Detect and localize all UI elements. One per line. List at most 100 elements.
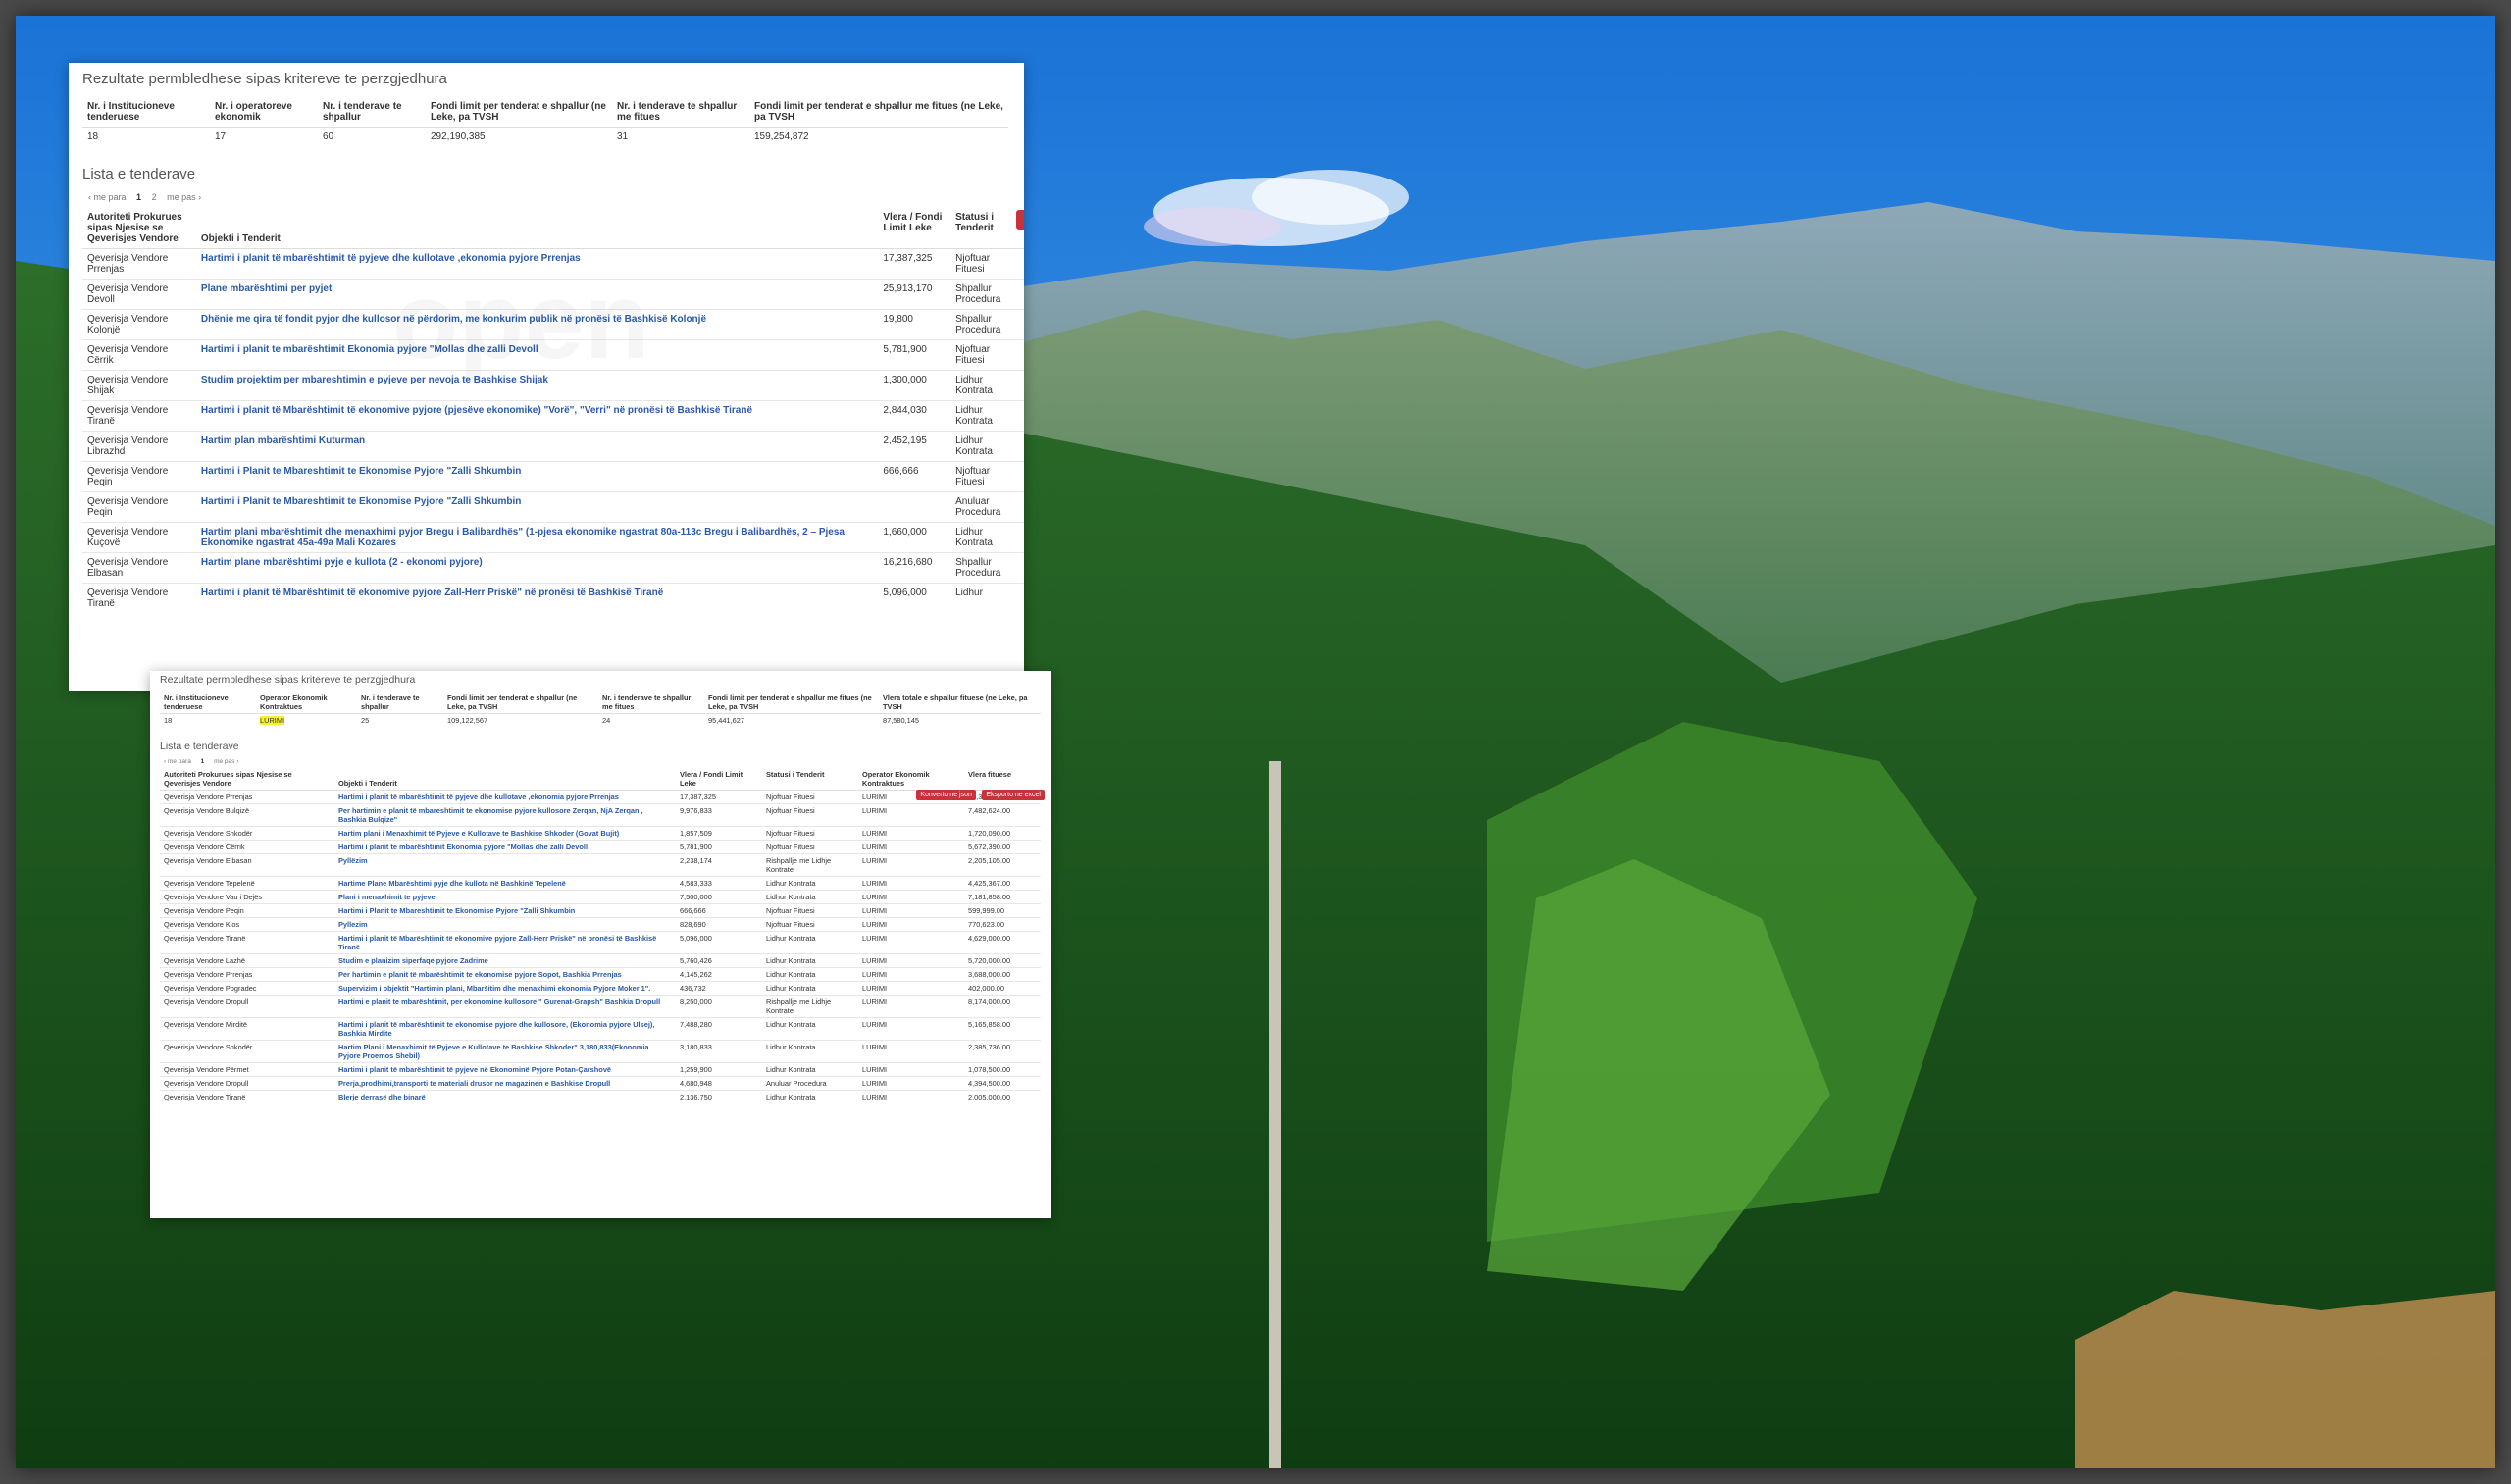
tender-link[interactable]: Hartimi i planit të Mbarështimit të ekon… bbox=[201, 405, 752, 416]
value-cell: 25,913,170 bbox=[878, 279, 951, 310]
authority-cell: Qeverisja Vendore Shkodër bbox=[160, 1040, 334, 1063]
table-row: Qeverisja Vendore Elbasan Pyllëzim 2,238,1… bbox=[160, 853, 1041, 877]
pager-page-2[interactable]: 2 bbox=[152, 192, 157, 202]
tender-link[interactable]: Hartimi i planit të mbarështimit të pyje… bbox=[201, 253, 581, 264]
summary-value: 18 bbox=[82, 127, 210, 146]
object-cell: Hartimi e planit te mbarështimit, per ek… bbox=[334, 995, 676, 1018]
tender-link[interactable]: Supervizim i objektit "Hartimin plani, M… bbox=[338, 984, 650, 993]
pager-prev[interactable]: ‹ me para bbox=[164, 758, 191, 765]
tender-link[interactable]: Prerja,prodhimi,transporti te materiali … bbox=[338, 1079, 610, 1088]
tender-link[interactable]: Hartimi i Planit te Mbareshtimit te Ekon… bbox=[338, 906, 575, 915]
tender-link[interactable]: Hartimi i Planit te Mbareshtimit te Ekon… bbox=[201, 466, 521, 477]
summary-header: Nr. i tenderave te shpallur me fitues bbox=[612, 97, 749, 128]
object-cell: Supervizim i objektit "Hartimin plani, M… bbox=[334, 981, 676, 996]
tender-link[interactable]: Hartime Plane Mbarështimi pyje dhe kullo… bbox=[338, 879, 566, 888]
tender-link[interactable]: Studim projektim per mbareshtimin e pyje… bbox=[201, 375, 548, 385]
table-row: Qeverisja Vendore Tiranë Blerje derrasë d… bbox=[160, 1090, 1041, 1103]
tender-table: Autoriteti Prokurues sipas Njesise se Qe… bbox=[82, 208, 1024, 613]
tender-link[interactable]: Hartimi i planit te mbarështimit Ekonomi… bbox=[201, 344, 538, 355]
operator-cell: C bbox=[1022, 431, 1024, 462]
winning-value-cell: 1,078,500.00 bbox=[964, 1062, 1041, 1077]
panel-tab[interactable] bbox=[1016, 210, 1024, 230]
summary-header: Nr. i operatoreve ekonomik bbox=[210, 97, 318, 128]
operator-cell: LURIMI bbox=[858, 931, 964, 954]
tender-link[interactable]: Hartimi i planit të Mbarështimit të ekon… bbox=[201, 588, 663, 598]
summary-title: Rezultate permbledhese sipas kritereve t… bbox=[160, 674, 416, 686]
authority-cell: Qeverisja Vendore Devoll bbox=[82, 279, 196, 310]
col-header: Autoriteti Prokurues sipas Njesise se Qe… bbox=[82, 208, 196, 249]
summary-value: 87,580,145 bbox=[879, 713, 1041, 727]
status-cell: Njoftuar Fituesi bbox=[950, 461, 1023, 492]
object-cell: Hartimi i planit te mbarështimit Ekonomi… bbox=[195, 339, 879, 371]
table-row: Qeverisja Vendore Elbasan Hartim plane mb… bbox=[82, 552, 1024, 584]
status-cell: Lidhur Kontrata bbox=[762, 1040, 858, 1063]
status-cell: Rishpallje me Lidhje Kontrate bbox=[762, 995, 858, 1018]
object-cell: Hartim plane mbarështimi pyje e kullota … bbox=[195, 552, 879, 584]
operator-cell: L bbox=[1022, 248, 1024, 280]
table-row: Qeverisja Vendore Vau i Dejës Plani i men… bbox=[160, 890, 1041, 904]
tender-link[interactable]: Hartim plane mbarështimi pyje e kullota … bbox=[201, 557, 483, 568]
tender-link[interactable]: Blerje derrasë dhe binarë bbox=[338, 1093, 426, 1101]
object-cell: Pyllezim bbox=[334, 917, 676, 932]
object-cell: Studim projektim per mbareshtimin e pyje… bbox=[195, 370, 879, 401]
tender-link[interactable]: Hartim Plani i Menaxhimit të Pyjeve e Ku… bbox=[338, 1043, 649, 1060]
tender-link[interactable]: Hartimi i Planit te Mbareshtimit te Ekon… bbox=[201, 496, 521, 507]
value-cell: 1,300,000 bbox=[878, 370, 951, 401]
convert-json-button[interactable]: Konverto ne json bbox=[916, 790, 976, 800]
summary-header: Fondi limit per tenderat e shpallur (ne … bbox=[443, 691, 598, 714]
tender-link[interactable]: Plane mbarështimi per pyjet bbox=[201, 283, 332, 294]
status-cell: Shpallur Procedura bbox=[950, 552, 1023, 584]
authority-cell: Qeverisja Vendore Mirditë bbox=[160, 1017, 334, 1041]
pager-next[interactable]: me pas › bbox=[214, 758, 238, 765]
tender-link[interactable]: Pyllëzim bbox=[338, 856, 368, 865]
operator-cell: L bbox=[1022, 461, 1024, 492]
operator-cell bbox=[1022, 583, 1024, 613]
table-row: Qeverisja Vendore Dropull Prerja,prodhimi… bbox=[160, 1076, 1041, 1091]
operator-cell: D bbox=[1022, 522, 1024, 553]
tender-link[interactable]: Hartim plani mbarështimit dhe menaxhimi … bbox=[201, 527, 845, 548]
tender-link[interactable]: Hartimi e planit te mbarështimit, per ek… bbox=[338, 998, 660, 1006]
operator-cell: LURIMI bbox=[858, 803, 964, 827]
status-cell: Lidhur Kontrata bbox=[950, 370, 1023, 401]
table-row: Qeverisja Vendore Tepelenë Hartime Plane … bbox=[160, 876, 1041, 891]
tender-link[interactable]: Hartim plani i Menaxhimit të Pyjeve e Ku… bbox=[338, 829, 619, 838]
operator-cell: LURIMI bbox=[858, 826, 964, 841]
winning-value-cell: 1,720,090.00 bbox=[964, 826, 1041, 841]
tender-link[interactable]: Hartim plan mbarështimi Kuturman bbox=[201, 435, 365, 446]
object-cell: Plani i menaxhimit te pyjeve bbox=[334, 890, 676, 904]
pager-prev[interactable]: ‹ me para bbox=[88, 192, 127, 202]
operator-cell: LURIMI bbox=[858, 917, 964, 932]
tender-link[interactable]: Pyllezim bbox=[338, 920, 368, 929]
value-cell: 7,500,000 bbox=[676, 890, 762, 904]
tender-link[interactable]: Per hartimin e planit të mbareshtimit te… bbox=[338, 806, 643, 824]
value-cell: 2,136,750 bbox=[676, 1090, 762, 1103]
status-cell: Njoftuar Fituesi bbox=[762, 917, 858, 932]
object-cell: Per hartimin e planit të mbarështimit te… bbox=[334, 967, 676, 982]
authority-cell: Qeverisja Vendore Peqin bbox=[82, 491, 196, 523]
tender-link[interactable]: Hartimi i planit të mbarështimit të pyje… bbox=[338, 1065, 611, 1074]
tender-link[interactable]: Hartimi i planit të mbarështimit te ekon… bbox=[338, 1020, 654, 1038]
value-cell: 17,387,325 bbox=[676, 790, 762, 804]
operator-cell: LURIMI bbox=[858, 1062, 964, 1077]
col-header: Objekti i Tenderit bbox=[195, 208, 879, 249]
operator-cell: LURIMI bbox=[858, 840, 964, 854]
object-cell: Hartimi i planit te mbarështimit Ekonomi… bbox=[334, 840, 676, 854]
pager-next[interactable]: me pas › bbox=[167, 192, 201, 202]
pager-page-1[interactable]: 1 bbox=[136, 192, 141, 202]
tender-link[interactable]: Per hartimin e planit të mbarështimit te… bbox=[338, 970, 622, 979]
tender-summary-panel-2: Rezultate permbledhese sipas kritereve t… bbox=[150, 671, 1051, 1218]
authority-cell: Qeverisja Vendore Librazhd bbox=[82, 431, 196, 462]
pager-page-1[interactable]: 1 bbox=[201, 758, 205, 765]
tender-link[interactable]: Studim e planizim siperfaqe pyjore Zadri… bbox=[338, 956, 488, 965]
pagination: ‹ me para 1 2 me pas › bbox=[88, 192, 1024, 202]
status-cell: Njoftuar Fituesi bbox=[762, 826, 858, 841]
tender-link[interactable]: Hartimi i planit të mbarështimit të pyje… bbox=[338, 793, 619, 801]
value-cell: 4,145,262 bbox=[676, 967, 762, 982]
value-cell: 666,666 bbox=[878, 461, 951, 492]
value-cell: 2,238,174 bbox=[676, 853, 762, 877]
tender-link[interactable]: Hartimi i planit te mbarështimit Ekonomi… bbox=[338, 843, 588, 851]
tender-link[interactable]: Dhënie me qira të fondit pyjor dhe kullo… bbox=[201, 314, 706, 325]
tender-link[interactable]: Hartimi i planit të Mbarështimit të ekon… bbox=[338, 934, 656, 951]
export-excel-button[interactable]: Eksporto ne excel bbox=[982, 790, 1045, 800]
tender-link[interactable]: Plani i menaxhimit te pyjeve bbox=[338, 893, 436, 901]
